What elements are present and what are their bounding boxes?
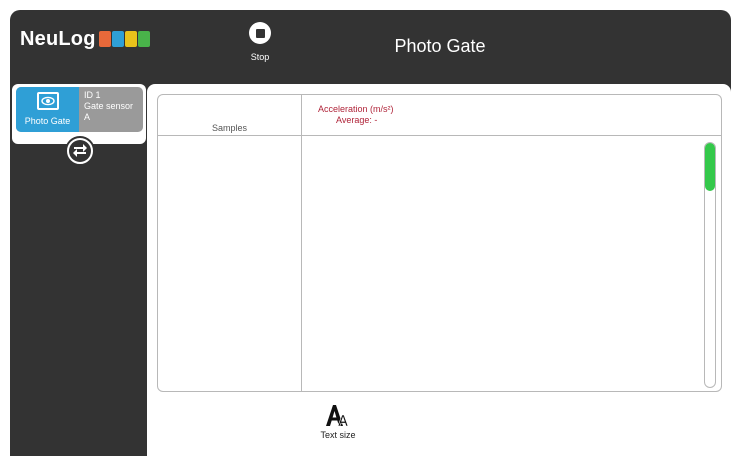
acceleration-average: Average: - <box>336 115 378 125</box>
sensor-panel: Photo Gate ID 1 Gate sensor A <box>12 84 146 144</box>
column-divider <box>301 95 302 391</box>
text-size-icon <box>326 405 349 427</box>
scrollbar-thumb[interactable] <box>705 143 715 191</box>
main-panel: Samples Acceleration (m/s²) Average: - T… <box>147 84 731 456</box>
sensor-name: Photo Gate <box>24 116 71 126</box>
swap-arrows-icon <box>69 140 91 162</box>
logo-text: NeuLog <box>20 27 96 50</box>
text-size-button[interactable]: Text size <box>313 404 363 440</box>
sensor-icon-tile: Photo Gate <box>16 87 79 132</box>
eye-icon <box>37 92 59 110</box>
stop-button[interactable]: Stop <box>241 22 279 62</box>
sensor-mode: A <box>84 112 91 122</box>
text-size-label: Text size <box>320 430 356 440</box>
neulog-logo: NeuLog <box>20 24 151 54</box>
sensor-type: Gate sensor <box>84 101 134 111</box>
stop-icon <box>249 22 271 44</box>
data-table: Samples Acceleration (m/s²) Average: - <box>157 94 722 392</box>
sensor-card-photo-gate[interactable]: Photo Gate ID 1 Gate sensor A <box>16 87 143 132</box>
column-header-acceleration: Acceleration (m/s²) Average: - <box>318 104 394 126</box>
stop-label: Stop <box>250 52 270 62</box>
neulog-app-window: NeuLog Stop Photo Gate Photo Gate ID 1 G… <box>10 10 731 456</box>
page-title: Photo Gate <box>394 36 486 56</box>
swap-view-button[interactable] <box>65 136 95 166</box>
column-header-samples: Samples <box>211 123 247 133</box>
header-divider <box>158 135 721 136</box>
sensor-info: ID 1 Gate sensor A <box>84 90 133 123</box>
sensor-id: ID 1 <box>84 90 101 100</box>
table-scrollbar[interactable] <box>704 142 716 388</box>
acceleration-label: Acceleration (m/s²) <box>318 104 394 114</box>
logo-mark-icon <box>98 31 151 47</box>
